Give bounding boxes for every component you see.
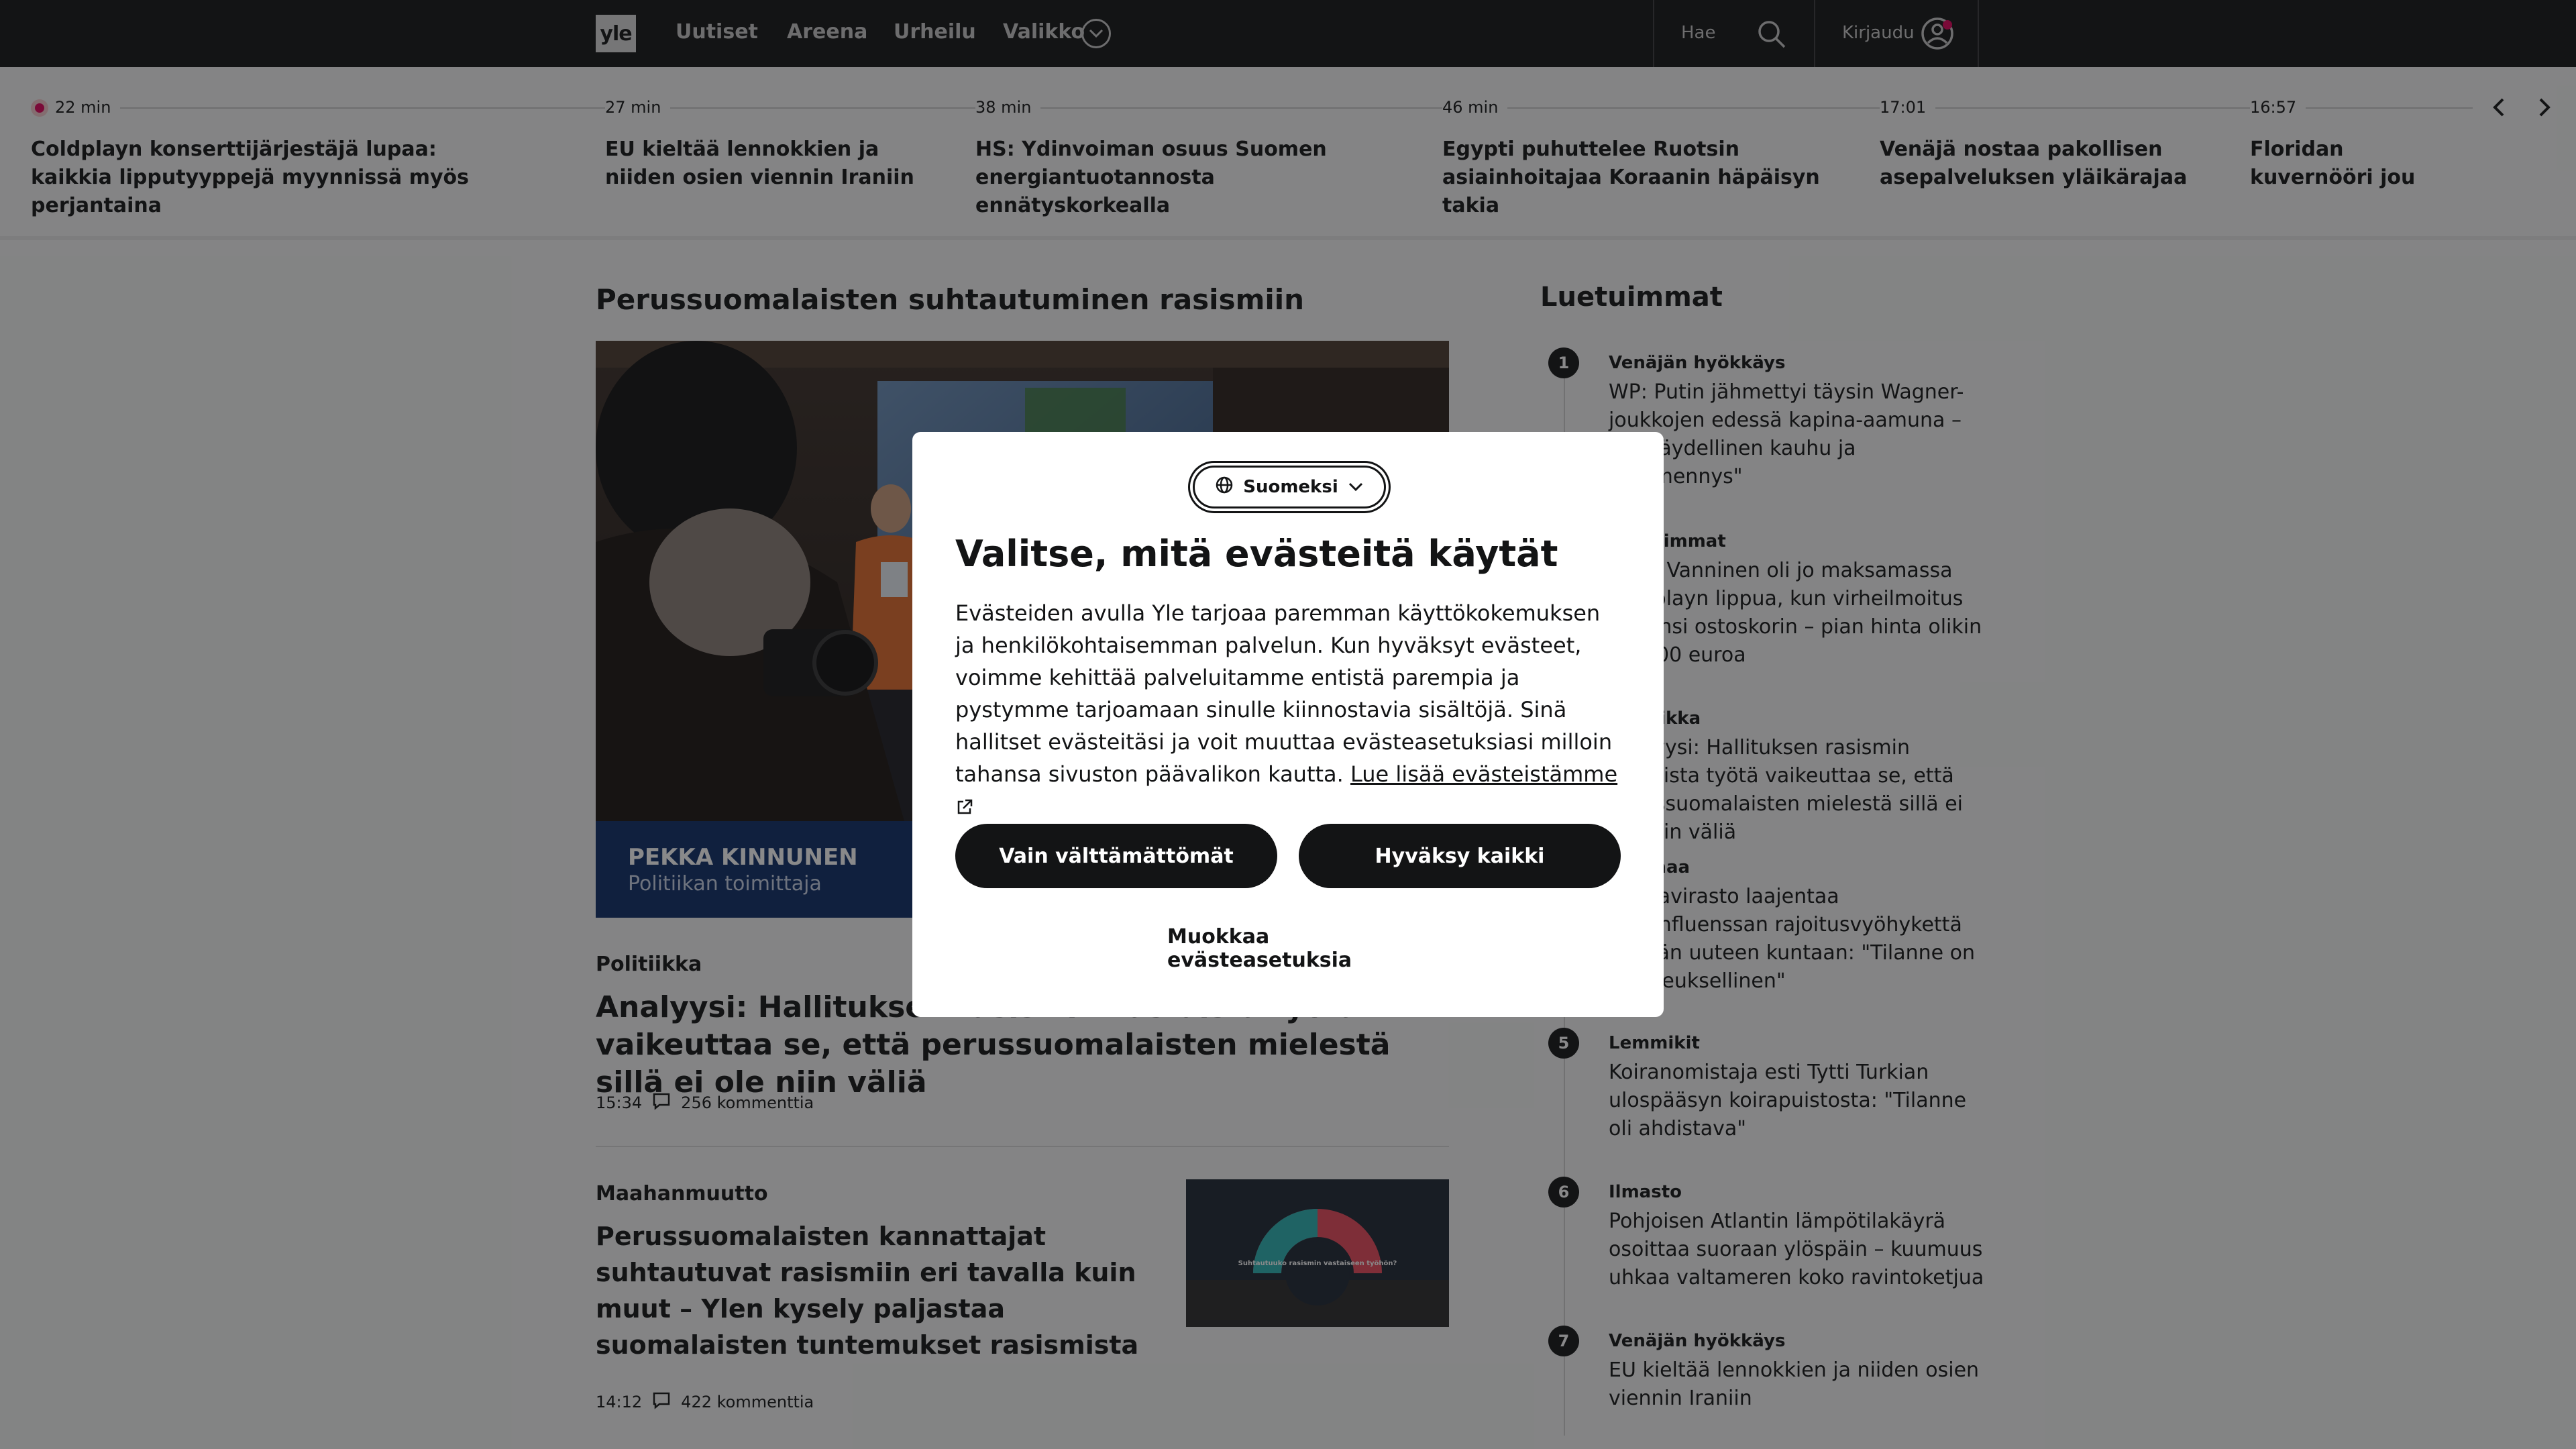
- language-select[interactable]: Suomeksi: [1193, 466, 1386, 508]
- globe-icon: [1215, 476, 1234, 499]
- external-link-icon: [955, 794, 974, 819]
- cookie-consent-modal: Suomeksi Valitse, mitä evästeitä käytät …: [912, 432, 1664, 1017]
- language-label: Suomeksi: [1243, 477, 1338, 497]
- modal-body-text: Evästeiden avulla Yle tarjoaa paremman k…: [955, 600, 1613, 787]
- modal-title: Valitse, mitä evästeitä käytät: [955, 533, 1558, 575]
- customize-cookies-button[interactable]: Muokkaa evästeasetuksia: [1167, 925, 1409, 972]
- accept-all-button[interactable]: Hyväksy kaikki: [1299, 824, 1621, 888]
- chevron-down-icon: [1348, 477, 1364, 497]
- necessary-only-button[interactable]: Vain välttämättömät: [955, 824, 1277, 888]
- modal-body: Evästeiden avulla Yle tarjoaa paremman k…: [955, 597, 1623, 822]
- cookie-info-link[interactable]: Lue lisää evästeistämme: [1350, 761, 1617, 787]
